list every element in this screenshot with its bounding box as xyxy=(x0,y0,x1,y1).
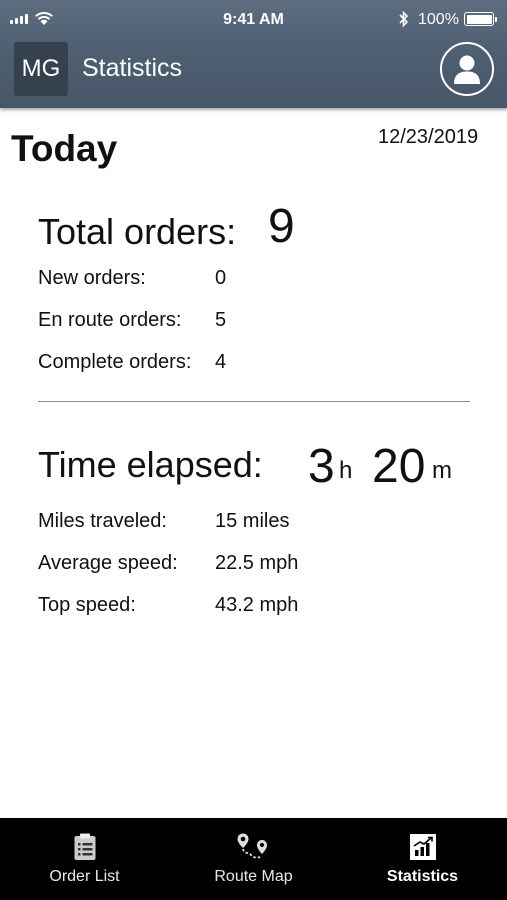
section-divider xyxy=(38,401,470,402)
tab-statistics-label: Statistics xyxy=(386,868,459,885)
clipboard-icon xyxy=(74,833,95,860)
section-heading-today: Today xyxy=(11,128,118,169)
status-bar: 9:41 AM 100% xyxy=(0,0,507,40)
elapsed-minutes-value: 20 xyxy=(372,440,426,493)
time-elapsed-label: Time elapsed: xyxy=(38,444,263,485)
en-route-orders-value: 5 xyxy=(215,309,227,331)
en-route-orders-label: En route orders: xyxy=(38,309,182,331)
app-logo: MG xyxy=(14,42,68,96)
new-orders-label: New orders: xyxy=(38,267,146,289)
total-orders-value: 9 xyxy=(268,200,295,253)
current-date: 12/23/2019 xyxy=(378,126,479,148)
average-speed-value: 22.5 mph xyxy=(215,552,299,574)
complete-orders-label: Complete orders: xyxy=(38,351,192,373)
elapsed-hours-value: 3 xyxy=(308,440,335,493)
miles-traveled-label: Miles traveled: xyxy=(38,510,167,532)
complete-orders-value: 4 xyxy=(215,351,227,373)
statistics-chart-icon xyxy=(409,834,436,860)
app-logo-text: MG xyxy=(21,55,61,82)
bottom-tab-bar: Order List Route Map Statistics xyxy=(0,818,507,900)
total-orders-label: Total orders: xyxy=(38,211,237,252)
elapsed-hours-unit: h xyxy=(339,457,353,484)
app-header: 9:41 AM 100% MG Statistics xyxy=(0,0,507,108)
tab-order-list-label: Order List xyxy=(49,868,120,885)
battery-percentage: 100% xyxy=(418,11,459,28)
tab-route-map[interactable]: Route Map xyxy=(169,818,338,900)
battery-icon xyxy=(464,12,497,26)
tab-statistics[interactable]: Statistics xyxy=(338,818,507,900)
top-speed-value: 43.2 mph xyxy=(215,594,299,616)
top-speed-label: Top speed: xyxy=(38,594,136,616)
page-title: Statistics xyxy=(82,54,183,82)
tab-order-list[interactable]: Order List xyxy=(0,818,169,900)
elapsed-minutes-unit: m xyxy=(432,457,452,484)
route-map-icon xyxy=(237,833,267,859)
new-orders-value: 0 xyxy=(215,267,227,289)
tab-route-map-label: Route Map xyxy=(214,868,293,885)
user-icon xyxy=(454,55,480,84)
bluetooth-icon xyxy=(399,10,409,28)
miles-traveled-value: 15 miles xyxy=(215,510,290,532)
profile-button[interactable] xyxy=(440,42,494,96)
average-speed-label: Average speed: xyxy=(38,552,178,574)
